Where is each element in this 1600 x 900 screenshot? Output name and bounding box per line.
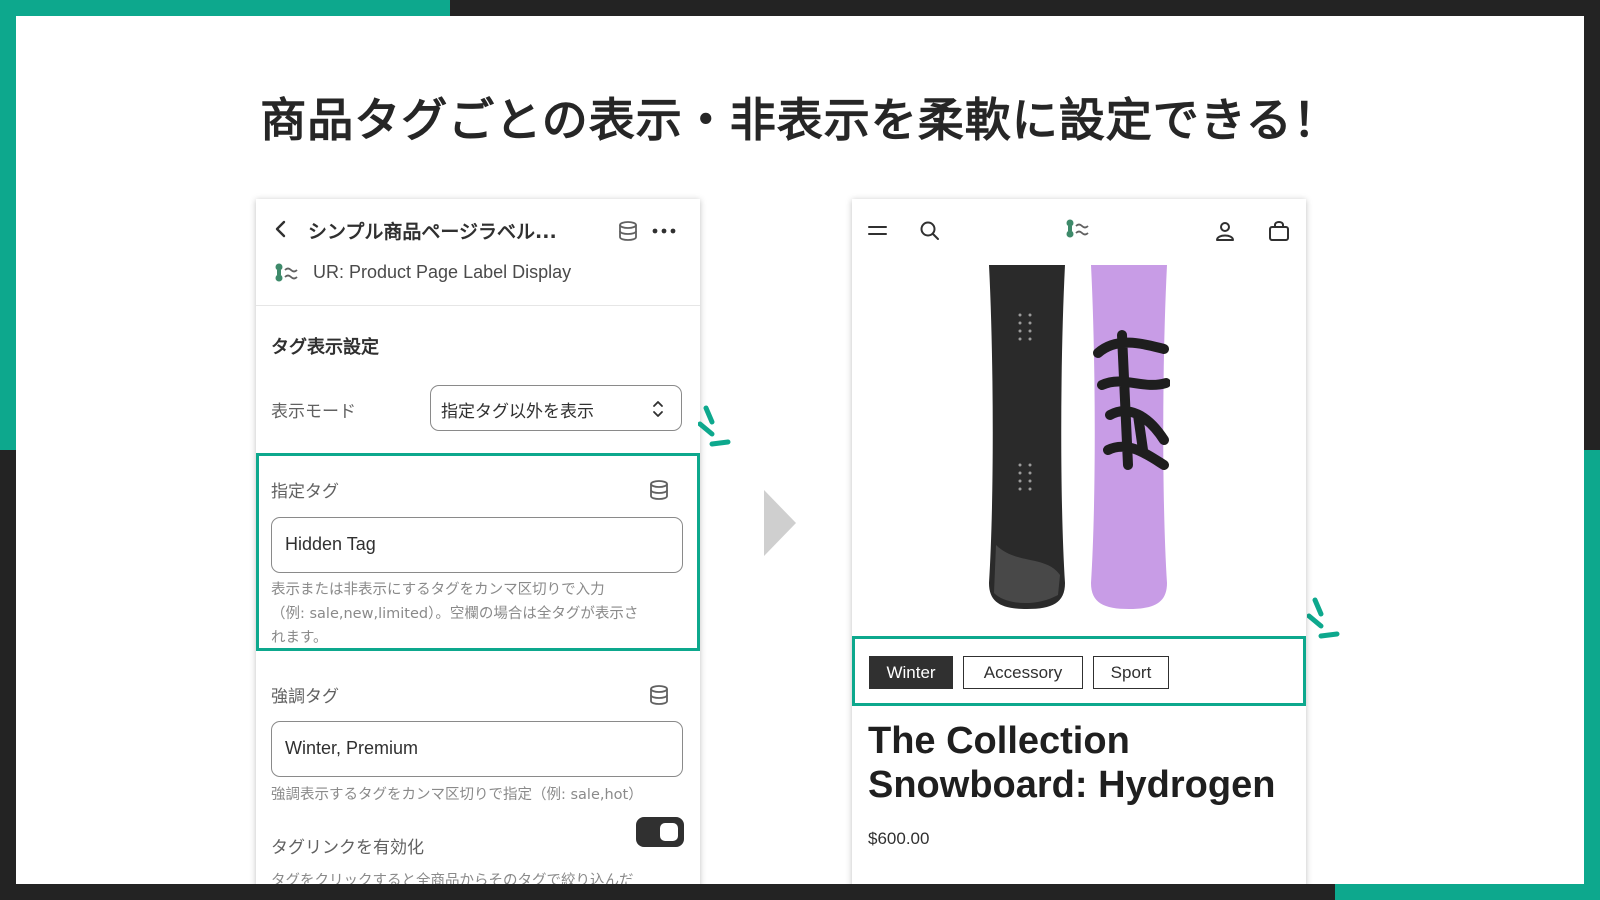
specified-tags-help-line: 表示または非表示にするタグをカンマ区切りで入力 — [271, 582, 605, 598]
frame-accent-right — [1584, 450, 1600, 900]
arrow-right-icon — [764, 490, 796, 556]
specified-tags-help: 表示または非表示にするタグをカンマ区切りで入力 （例: sale,new,lim… — [271, 578, 686, 650]
section-title: タグ表示設定 — [271, 337, 379, 358]
menu-icon[interactable] — [866, 219, 890, 243]
cart-icon[interactable] — [1267, 219, 1291, 243]
frame-accent-bottom — [1335, 884, 1600, 900]
product-title-line: Snowboard: Hydrogen — [868, 764, 1276, 806]
product-tags-highlight: Winter Accessory Sport — [852, 636, 1306, 706]
toggle-knob — [660, 823, 678, 841]
chevron-up-down-icon — [653, 401, 663, 417]
database-icon[interactable] — [648, 684, 670, 706]
search-icon[interactable] — [918, 219, 942, 243]
frame-accent-top — [0, 0, 450, 16]
product-title: The Collection Snowboard: Hydrogen — [868, 719, 1298, 807]
settings-panel: シンプル商品ページラベル... UR: Product Page Label D… — [256, 199, 700, 884]
display-mode-label: 表示モード — [271, 402, 356, 422]
database-icon[interactable] — [648, 479, 670, 501]
snowboard-purple-image — [1091, 265, 1170, 609]
specified-tags-value: Hidden Tag — [285, 534, 376, 554]
app-name: UR: Product Page Label Display — [313, 262, 572, 282]
more-options-icon[interactable] — [652, 227, 676, 235]
emphasis-tags-input[interactable]: Winter, Premium — [271, 721, 683, 777]
specified-tags-label: 指定タグ — [271, 482, 339, 502]
specified-tags-help-line: （例: sale,new,limited）。空欄の場合は全タグが表示さ — [271, 606, 639, 622]
database-icon[interactable] — [617, 220, 639, 242]
snowboard-black-image — [989, 265, 1065, 609]
emphasis-tags-label: 強調タグ — [271, 687, 339, 707]
back-arrow-icon[interactable] — [272, 217, 290, 241]
storefront-preview: Winter Accessory Sport The Collection Sn… — [852, 199, 1306, 884]
product-title-line: The Collection — [868, 720, 1130, 762]
tag-chip[interactable]: Accessory — [963, 656, 1083, 689]
frame-accent-left — [0, 0, 16, 450]
accent-spark-icon — [1307, 597, 1340, 639]
product-price: $600.00 — [868, 829, 930, 848]
display-mode-select[interactable]: 指定タグ以外を表示 — [430, 385, 682, 431]
specified-tags-input[interactable]: Hidden Tag — [271, 517, 683, 573]
settings-header: シンプル商品ページラベル... UR: Product Page Label D… — [256, 199, 700, 306]
panel-title: シンプル商品ページラベル... — [308, 221, 557, 243]
accent-spark-icon — [698, 405, 731, 447]
emphasis-tags-value: Winter, Premium — [285, 738, 419, 758]
emphasis-tags-help: 強調表示するタグをカンマ区切りで指定（例: sale,hot） — [271, 787, 643, 803]
tag-chip[interactable]: Sport — [1093, 656, 1169, 689]
tag-link-label: タグリンクを有効化 — [271, 838, 424, 858]
app-logo-icon — [275, 263, 298, 282]
logo-icon[interactable] — [1065, 218, 1091, 240]
account-icon[interactable] — [1213, 219, 1237, 243]
headline: 商品タグごとの表示・非表示を柔軟に設定できる！ — [260, 93, 1340, 147]
slide-canvas: 商品タグごとの表示・非表示を柔軟に設定できる！ シンプル商品ページラベル... … — [16, 16, 1584, 884]
display-mode-value: 指定タグ以外を表示 — [441, 402, 594, 422]
tag-link-help: タグをクリックすると全商品からそのタグで絞り込んだ — [271, 873, 634, 884]
tag-link-toggle[interactable] — [636, 817, 684, 847]
tag-chip[interactable]: Winter — [869, 656, 953, 689]
specified-tags-help-line: れます。 — [271, 630, 328, 646]
